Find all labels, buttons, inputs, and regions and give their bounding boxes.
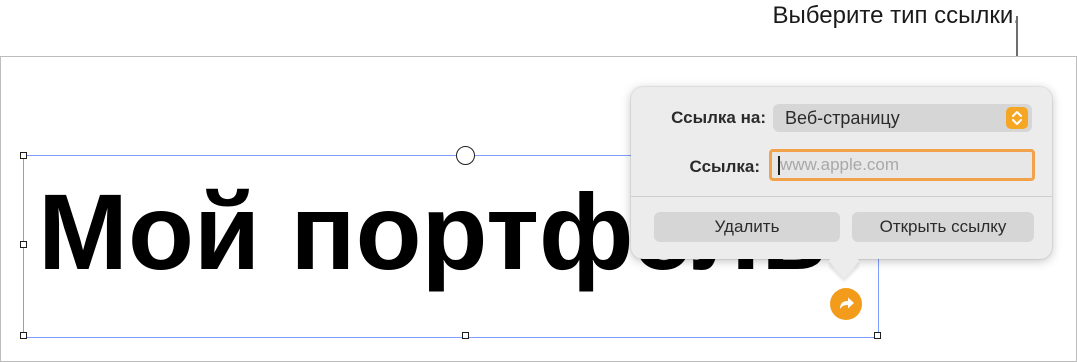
link-label: Ссылка:	[689, 157, 760, 176]
remove-link-button[interactable]: Удалить	[654, 212, 840, 242]
resize-handle-bottom-center[interactable]	[462, 332, 469, 339]
link-url-input[interactable]	[769, 149, 1035, 181]
link-type-value: Веб-страницу	[785, 108, 900, 128]
open-link-button[interactable]: Открыть ссылку	[852, 212, 1034, 242]
arrow-right-icon[interactable]	[830, 288, 862, 320]
callout-text: Выберите тип ссылки.	[772, 2, 1020, 29]
link-type-select[interactable]: Веб-страницу	[773, 104, 1032, 132]
rotate-handle[interactable]	[456, 146, 475, 165]
resize-handle-bottom-left[interactable]	[20, 332, 27, 339]
text-caret	[778, 156, 780, 175]
popover-divider	[631, 196, 1052, 197]
link-to-label: Ссылка на:	[671, 108, 766, 127]
chevron-up-down-icon[interactable]	[1006, 107, 1028, 129]
resize-handle-bottom-right[interactable]	[874, 332, 881, 339]
resize-handle-middle-left[interactable]	[20, 241, 27, 248]
resize-handle-top-left[interactable]	[20, 152, 27, 159]
screenshot-stage: Выберите тип ссылки. Мой портфель Ссылка…	[0, 0, 1077, 362]
